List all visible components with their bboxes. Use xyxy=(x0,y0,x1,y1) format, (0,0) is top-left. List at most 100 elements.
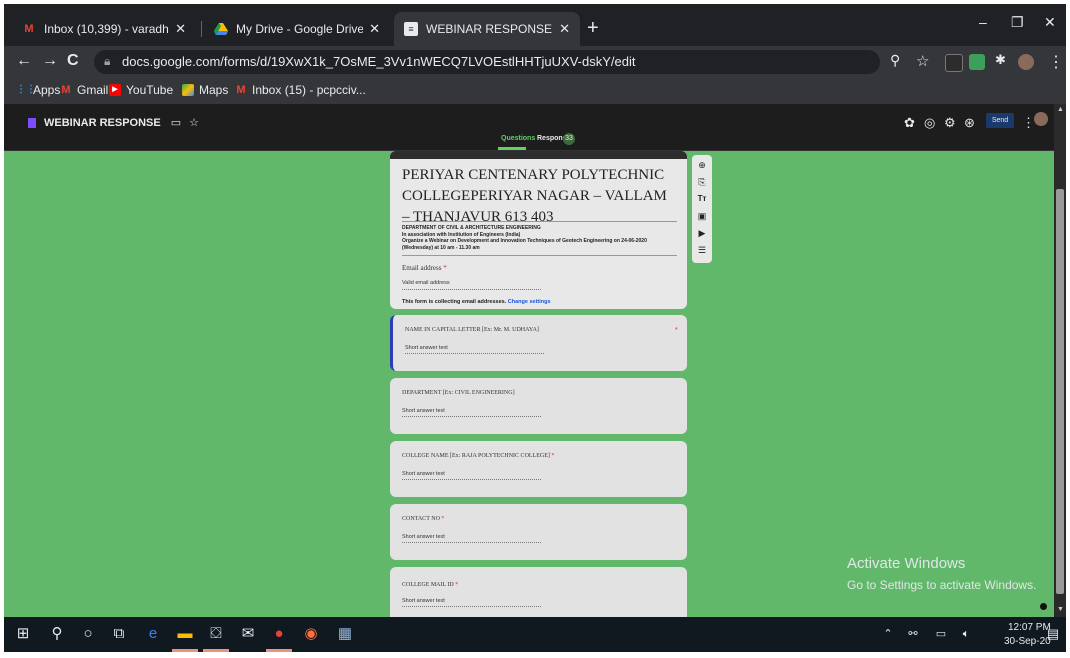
question-label: NAME IN CAPITAL LETTER [Ex: Mr. M. UDHAY… xyxy=(405,327,539,333)
account-avatar[interactable] xyxy=(1034,112,1048,126)
change-settings-link[interactable]: Change settings xyxy=(508,299,551,305)
tab-title: Inbox (10,399) - varadhacivil93@ xyxy=(44,22,169,36)
question-card[interactable]: COLLEGE MAIL ID * Short answer text xyxy=(390,567,687,617)
new-tab-button[interactable]: + xyxy=(587,18,599,38)
question-label: DEPARTMENT [Ex: CIVIL ENGINEERING] xyxy=(402,390,515,396)
search-icon[interactable]: ⚲ xyxy=(48,625,66,643)
form-title-card[interactable]: PERIYAR CENTENARY POLYTECHNIC COLLEGEPER… xyxy=(390,151,687,309)
mail-icon[interactable]: ✉ xyxy=(239,625,257,643)
form-canvas: PERIYAR CENTENARY POLYTECHNIC COLLEGEPER… xyxy=(4,151,1054,617)
reload-icon[interactable]: C xyxy=(67,52,79,70)
scroll-down-icon[interactable]: ▼ xyxy=(1057,606,1064,613)
gmail-icon: M xyxy=(236,84,246,96)
forms-icon xyxy=(28,117,36,128)
edge-icon[interactable]: e xyxy=(144,625,162,643)
back-arrow-icon[interactable]: ← xyxy=(16,52,32,70)
forms-icon: ≡ xyxy=(404,22,418,36)
volume-icon[interactable]: 🔈︎ xyxy=(957,625,975,643)
minimize-button[interactable]: – xyxy=(979,14,987,30)
drive-icon xyxy=(214,22,228,36)
question-card[interactable]: COLLEGE NAME [Ex: RAJA POLYTECHNIC COLLE… xyxy=(390,441,687,497)
tab-drive[interactable]: My Drive - Google Drive ✕ xyxy=(204,12,390,46)
chevron-up-icon[interactable]: ⌃ xyxy=(879,625,897,643)
task-view-icon[interactable]: ⧉ xyxy=(110,625,128,643)
network-icon[interactable]: ⚯ xyxy=(904,625,922,643)
store-icon[interactable]: ⛋ xyxy=(207,625,225,643)
required-marker: * xyxy=(551,453,555,459)
tab-forms[interactable]: ≡ WEBINAR RESPONSE - Google Fo ✕ xyxy=(394,12,580,46)
form-description[interactable]: DEPARTMENT OF CIVIL & ARCHITECTURE ENGIN… xyxy=(402,225,672,251)
firefox-icon[interactable]: ◉ xyxy=(302,625,320,643)
bookmark-maps[interactable]: Maps xyxy=(182,83,228,97)
profile-avatar[interactable] xyxy=(1018,54,1034,70)
add-image-icon[interactable]: ▣ xyxy=(696,210,708,222)
screen: M Inbox (10,399) - varadhacivil93@ ✕ My … xyxy=(4,4,1066,652)
activate-windows-title: Activate Windows xyxy=(847,555,966,572)
import-questions-icon[interactable]: ⎘ xyxy=(696,176,708,188)
close-icon[interactable]: ✕ xyxy=(369,21,380,37)
addon-icon[interactable]: ⊛ xyxy=(964,115,975,131)
question-label: COLLEGE NAME [Ex: RAJA POLYTECHNIC COLLE… xyxy=(402,453,554,459)
folder-icon[interactable]: ▭ xyxy=(171,116,181,129)
tab-questions[interactable]: Questions xyxy=(501,135,535,142)
question-label-text: CONTACT NO xyxy=(402,516,440,522)
answer-underline xyxy=(402,416,541,417)
palette-icon[interactable]: ✿ xyxy=(904,115,915,131)
doc-title[interactable]: WEBINAR RESPONSE xyxy=(44,117,161,129)
form-title[interactable]: PERIYAR CENTENARY POLYTECHNIC COLLEGEPER… xyxy=(402,165,672,228)
tab-title: My Drive - Google Drive xyxy=(236,22,364,36)
star-icon[interactable]: ☆ xyxy=(189,116,199,129)
bookmark-label: Gmail xyxy=(77,83,109,97)
forward-arrow-icon[interactable]: → xyxy=(42,52,58,70)
address-bar[interactable]: 🔒︎ docs.google.com/forms/d/19XwX1k_7OsME… xyxy=(94,50,880,74)
question-card[interactable]: CONTACT NO * Short answer text xyxy=(390,504,687,560)
close-window-button[interactable]: ✕ xyxy=(1044,14,1056,31)
settings-gear-icon[interactable]: ⚙ xyxy=(944,115,956,131)
bookmark-gmail[interactable]: M Gmail xyxy=(60,83,108,97)
scroll-up-icon[interactable]: ▲ xyxy=(1057,106,1064,113)
cortana-icon[interactable]: ○ xyxy=(79,625,97,643)
collecting-notice: This form is collecting email addresses.… xyxy=(402,299,551,305)
app-icon[interactable]: ▦ xyxy=(336,625,354,643)
zoom-icon[interactable]: ⚲ xyxy=(890,52,900,69)
answer-placeholder: Short answer text xyxy=(402,408,445,414)
file-explorer-icon[interactable]: ▬ xyxy=(176,625,194,643)
email-label: Email address * xyxy=(402,264,447,272)
bookmark-star-icon[interactable]: ☆ xyxy=(916,52,929,70)
bookmark-youtube[interactable]: ▶ YouTube xyxy=(109,83,173,97)
question-card[interactable]: DEPARTMENT [Ex: CIVIL ENGINEERING] Short… xyxy=(390,378,687,434)
maps-icon xyxy=(182,84,194,96)
preview-eye-icon[interactable]: ◎ xyxy=(924,115,935,131)
description-line: (Wednesday) at 10 am - 11.30 am xyxy=(402,244,480,251)
help-icon[interactable] xyxy=(1040,603,1047,610)
add-video-icon[interactable]: ▶ xyxy=(696,227,708,239)
page-scrollbar[interactable]: ▲ ▼ xyxy=(1054,104,1066,617)
chrome-icon[interactable]: ● xyxy=(270,625,288,643)
extensions-puzzle-icon[interactable]: ✱ xyxy=(995,52,1006,68)
collecting-text: This form is collecting email addresses. xyxy=(402,299,507,305)
tab-gmail[interactable]: M Inbox (10,399) - varadhacivil93@ ✕ xyxy=(12,12,196,46)
answer-underline xyxy=(402,289,541,290)
answer-underline xyxy=(402,606,541,607)
bookmark-apps[interactable]: ⋮⋮ Apps xyxy=(16,83,60,97)
notifications-icon[interactable]: ▤ xyxy=(1044,625,1062,643)
close-icon[interactable]: ✕ xyxy=(559,21,570,37)
bookmark-label: Apps xyxy=(33,83,61,97)
battery-icon[interactable]: ▭ xyxy=(932,625,950,643)
add-section-icon[interactable]: ☰ xyxy=(696,244,708,256)
close-icon[interactable]: ✕ xyxy=(175,21,186,37)
answer-underline xyxy=(405,353,544,354)
windows-start-icon[interactable]: ⊞ xyxy=(14,625,32,643)
question-card[interactable]: NAME IN CAPITAL LETTER [Ex: Mr. M. UDHAY… xyxy=(390,315,687,371)
bookmark-inbox[interactable]: M Inbox (15) - pcpcciv... xyxy=(235,83,365,97)
extension-icon[interactable] xyxy=(945,54,963,72)
extension-shield-icon[interactable] xyxy=(969,54,985,70)
restore-button[interactable]: ❐ xyxy=(1011,14,1024,31)
add-title-icon[interactable]: Tт xyxy=(696,193,708,205)
add-question-icon[interactable]: ⊕ xyxy=(696,159,708,171)
email-placeholder: Valid email address xyxy=(402,280,450,286)
send-button[interactable]: Send xyxy=(986,113,1014,128)
divider xyxy=(402,221,677,222)
menu-kebab-icon[interactable]: ⋮ xyxy=(1048,52,1064,72)
scrollbar-thumb[interactable] xyxy=(1056,189,1064,594)
